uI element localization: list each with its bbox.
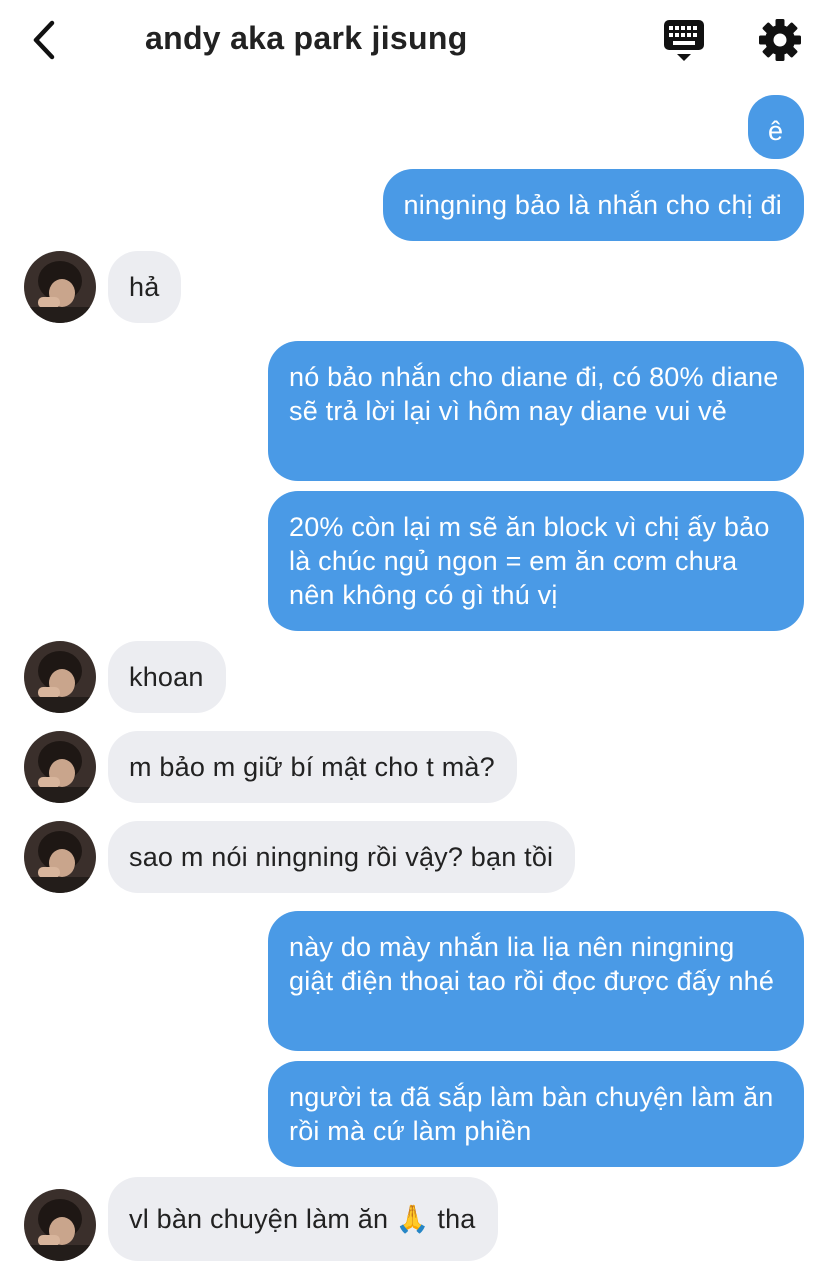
- message-text: sao m nói ningning rồi vậy? bạn tồi: [129, 842, 554, 872]
- avatar-image: [24, 821, 96, 893]
- message-text: này do mày nhắn lia lịa nên ningning giậ…: [289, 932, 775, 996]
- message-bubble-incoming[interactable]: sao m nói ningning rồi vậy? bạn tồi: [108, 821, 576, 893]
- message-bubble-outgoing[interactable]: này do mày nhắn lia lịa nên ningning giậ…: [268, 911, 804, 1051]
- message-text: ningning bảo là nhắn cho chị đi: [403, 190, 782, 220]
- message-text: nó bảo nhắn cho diane đi, có 80% diane s…: [289, 362, 779, 426]
- avatar-image: [24, 1189, 96, 1261]
- message-text: ê: [768, 116, 784, 146]
- message-text: người ta đã sắp làm bàn chuyện làm ăn rồ…: [289, 1082, 774, 1146]
- avatar[interactable]: [24, 251, 96, 323]
- message-text: vl bàn chuyện làm ăn 🙏 tha: [129, 1204, 476, 1234]
- message-bubble-outgoing[interactable]: nó bảo nhắn cho diane đi, có 80% diane s…: [268, 341, 804, 481]
- message-bubble-incoming[interactable]: khoan: [108, 641, 226, 713]
- avatar[interactable]: [24, 731, 96, 803]
- message-bubble-incoming[interactable]: m bảo m giữ bí mật cho t mà?: [108, 731, 517, 803]
- avatar[interactable]: [24, 821, 96, 893]
- avatar[interactable]: [24, 641, 96, 713]
- message-text: khoan: [129, 662, 204, 692]
- avatar-image: [24, 641, 96, 713]
- message-bubble-outgoing[interactable]: người ta đã sắp làm bàn chuyện làm ăn rồ…: [268, 1061, 804, 1167]
- message-bubble-outgoing[interactable]: ê: [748, 95, 804, 159]
- message-bubble-incoming[interactable]: vl bàn chuyện làm ăn 🙏 tha: [108, 1177, 498, 1261]
- avatar[interactable]: [24, 1189, 96, 1261]
- message-text: m bảo m giữ bí mật cho t mà?: [129, 752, 495, 782]
- avatar-image: [24, 731, 96, 803]
- message-list[interactable]: ê ningning bảo là nhắn cho chị đi hả nó …: [0, 0, 828, 1269]
- message-bubble-outgoing[interactable]: ningning bảo là nhắn cho chị đi: [382, 169, 804, 241]
- message-text: 20% còn lại m sẽ ăn block vì chị ấy bảo …: [289, 512, 770, 610]
- avatar-image: [24, 251, 96, 323]
- message-bubble-incoming[interactable]: hả: [108, 251, 182, 323]
- message-bubble-outgoing[interactable]: 20% còn lại m sẽ ăn block vì chị ấy bảo …: [268, 491, 804, 631]
- message-text: hả: [129, 272, 160, 302]
